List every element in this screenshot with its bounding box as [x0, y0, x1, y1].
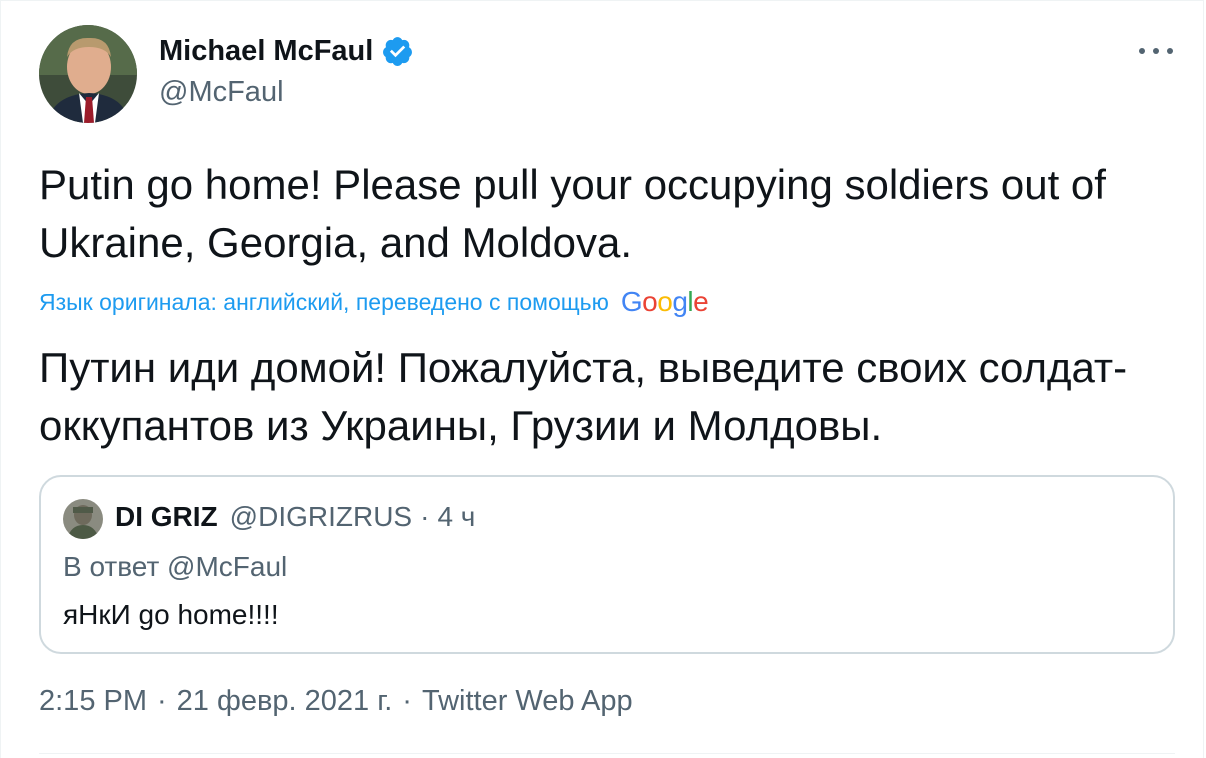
quote-text: яНкИ go home!!!!: [63, 599, 279, 630]
more-dot: [1153, 48, 1159, 54]
translated-text: Путин иди домой! Пожалуйста, выведите св…: [39, 344, 1128, 449]
quote-timestamp[interactable]: 4 ч: [437, 501, 475, 533]
google-logo: Google: [620, 286, 709, 317]
quoted-tweet[interactable]: DI GRIZ @DIGRIZRUS · 4 ч В ответ @McFaul…: [39, 475, 1175, 654]
author-avatar[interactable]: [39, 25, 137, 123]
quote-author-name[interactable]: DI GRIZ: [115, 501, 218, 533]
quote-header: DI GRIZ @DIGRIZRUS · 4 ч: [115, 501, 475, 533]
tweet-date[interactable]: 21 февр. 2021 г.: [177, 685, 393, 718]
tweet-time[interactable]: 2:15 PM: [39, 685, 147, 718]
tweet-source[interactable]: Twitter Web App: [422, 685, 633, 718]
quote-author-avatar[interactable]: [63, 499, 103, 539]
author-name-text: Michael McFaul: [159, 35, 374, 67]
tweet-card: Michael McFaul @McFaul Putin go home! Pl…: [0, 0, 1204, 758]
translation-label[interactable]: Язык оригинала: английский, переведено с…: [39, 289, 609, 316]
more-options-icon[interactable]: [1136, 39, 1176, 63]
more-dot: [1139, 48, 1145, 54]
tweet-text: Putin go home! Please pull your occupyin…: [39, 161, 1106, 266]
tweet-metadata: 2:15 PM · 21 февр. 2021 г. · Twitter Web…: [39, 685, 633, 718]
translation-attribution[interactable]: Язык оригинала: английский, переведено с…: [39, 285, 709, 319]
author-name[interactable]: Michael McFaul: [159, 35, 414, 68]
more-dot: [1167, 48, 1173, 54]
meta-separator: ·: [402, 685, 412, 717]
quote-reply-to: В ответ @McFaul: [63, 551, 288, 582]
verified-badge-icon: [383, 37, 413, 66]
author-handle[interactable]: @McFaul: [159, 76, 284, 109]
divider: [39, 753, 1175, 754]
quote-author-handle[interactable]: @DIGRIZRUS: [230, 501, 412, 533]
quote-separator: ·: [420, 501, 430, 532]
meta-separator: ·: [157, 685, 167, 717]
